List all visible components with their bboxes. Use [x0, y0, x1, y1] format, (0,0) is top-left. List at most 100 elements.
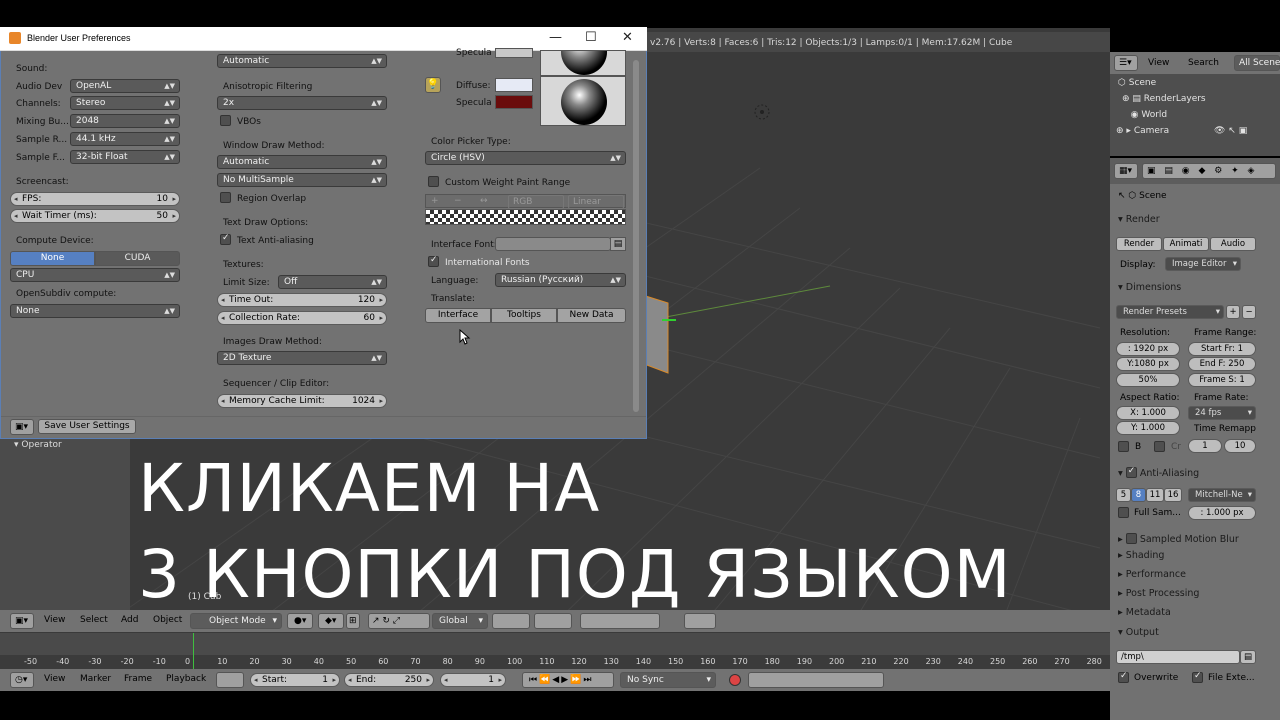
collection-rate-field[interactable]: ◂ Collection Rate: 60 ▸ [217, 311, 387, 325]
screencast-fps-field[interactable]: ◂ FPS: 10 ▸ [10, 192, 180, 206]
section-shading[interactable]: ▸ Shading [1118, 550, 1164, 561]
shading-select[interactable]: ●▾ [287, 613, 313, 629]
add-stop-icon[interactable]: + [431, 195, 439, 207]
aa-samples-11[interactable]: 11 [1146, 488, 1164, 502]
add-preset-icon[interactable]: + [1226, 305, 1240, 319]
frame-rate-select[interactable]: 24 fps ▾ [1188, 406, 1256, 420]
vbos-checkbox[interactable] [220, 115, 231, 126]
motion-blur-checkbox[interactable] [1125, 533, 1137, 544]
text-antialiasing-checkbox[interactable] [220, 233, 231, 245]
crop-checkbox[interactable] [1154, 441, 1165, 452]
section-output[interactable]: ▾ Output [1118, 627, 1159, 638]
outliner-item-world[interactable]: ◉ World [1122, 110, 1168, 120]
orientation-select[interactable]: Global ▾ [432, 613, 488, 629]
playback-controls[interactable]: ⏮⏪◀▶⏩⏭ [522, 672, 614, 688]
opensubdiv-select[interactable]: None ▲▼ [10, 304, 180, 318]
interface-font-field[interactable] [495, 237, 611, 251]
section-post-processing[interactable]: ▸ Post Processing [1118, 588, 1199, 599]
timeline-menu-playback[interactable]: Playback [166, 674, 206, 684]
output-path-field[interactable]: /tmp\ [1116, 650, 1240, 664]
prefs-editor-type[interactable]: ▣▾ [10, 419, 34, 435]
end-frame-prop[interactable]: End F: 250 [1188, 357, 1256, 371]
end-frame-field[interactable]: ◂ End: 250 ▸ [344, 673, 434, 687]
overwrite-checkbox[interactable] [1118, 671, 1129, 683]
menu-add[interactable]: Add [121, 615, 138, 625]
sample-rate-select[interactable]: 44.1 kHz ▲▼ [70, 132, 180, 146]
aspect-y-field[interactable]: Y: 1.000 [1116, 421, 1180, 435]
region-overlap-checkbox[interactable] [220, 192, 231, 203]
timeline-ruler[interactable] [0, 655, 1110, 669]
custom-weight-checkbox[interactable] [428, 176, 439, 187]
color-ramp-bar[interactable] [425, 209, 626, 225]
start-frame-prop[interactable]: Start Fr: 1 [1188, 342, 1256, 356]
color-ramp-controls[interactable]: + − ↔ RGB Linear [425, 194, 626, 209]
compute-cpu-select[interactable]: CPU ▲▼ [10, 268, 180, 282]
section-metadata[interactable]: ▸ Metadata [1118, 607, 1171, 618]
timeline-editor-type[interactable]: ◷▾ [10, 672, 34, 688]
outliner-menu-search[interactable]: Search [1188, 58, 1219, 68]
outliner-item-renderlayers[interactable]: ⊕ ▤ RenderLayers [1122, 94, 1206, 104]
menu-view[interactable]: View [44, 615, 65, 625]
filter-size-field[interactable]: : 1.000 px [1188, 506, 1256, 520]
sample-format-select[interactable]: 32-bit Float ▲▼ [70, 150, 180, 164]
top-automatic-select[interactable]: Automatic ▲▼ [217, 54, 387, 68]
audio-device-select[interactable]: OpenAL ▲▼ [70, 79, 180, 93]
close-icon[interactable]: ✕ [622, 30, 633, 45]
file-extensions-checkbox[interactable] [1192, 671, 1203, 683]
save-user-settings-button[interactable]: Save User Settings [38, 419, 136, 434]
aa-samples-5[interactable]: 5 [1116, 488, 1131, 502]
transform-manipulators[interactable]: ↗ ↻ ⤢ [368, 613, 430, 629]
sync-mode-select[interactable]: No Sync ▾ [620, 672, 716, 688]
timeline-menu-marker[interactable]: Marker [80, 674, 111, 684]
wait-timer-field[interactable]: ◂ Wait Timer (ms): 50 ▸ [10, 209, 180, 223]
time-remap-new[interactable]: 10 [1224, 439, 1256, 453]
operator-panel-title[interactable]: ▾ Operator [14, 440, 62, 450]
remove-preset-icon[interactable]: − [1242, 305, 1256, 319]
layer-buttons[interactable] [492, 613, 530, 629]
images-draw-select[interactable]: 2D Texture ▲▼ [217, 351, 387, 365]
current-frame-field[interactable]: ◂ 1 ▸ [440, 673, 506, 687]
outliner-item-camera[interactable]: ⊕ ▸ Camera [1116, 126, 1169, 136]
memory-cache-field[interactable]: ◂ Memory Cache Limit: 1024 ▸ [217, 394, 387, 408]
multisample-select[interactable]: No MultiSample ▲▼ [217, 173, 387, 187]
timeline-menu-frame[interactable]: Frame [124, 674, 152, 684]
output-folder-icon[interactable]: ▤ [1240, 650, 1256, 664]
audio-button[interactable]: Audio [1210, 237, 1256, 251]
preview-range-toggle[interactable] [216, 672, 244, 688]
prefs-scrollbar[interactable] [633, 60, 639, 412]
section-render[interactable]: ▾ Render [1118, 214, 1160, 225]
language-select[interactable]: Russian (Русский) ▲▼ [495, 273, 626, 287]
section-performance[interactable]: ▸ Performance [1118, 569, 1186, 580]
render-presets-select[interactable]: Render Presets ▾ [1116, 305, 1224, 319]
remove-stop-icon[interactable]: − [454, 195, 462, 207]
resolution-y-field[interactable]: Y:1080 px [1116, 357, 1180, 371]
section-sampled-motion-blur[interactable]: ▸ Sampled Motion Blur [1118, 531, 1239, 545]
channels-select[interactable]: Stereo ▲▼ [70, 96, 180, 110]
aa-samples-8[interactable]: 8 [1131, 488, 1146, 502]
section-anti-aliasing[interactable]: ▾ Anti-Aliasing [1118, 465, 1199, 479]
compute-none-button[interactable]: None [10, 251, 95, 266]
international-fonts-checkbox[interactable] [428, 255, 439, 267]
translate-new-data-button[interactable]: New Data [557, 308, 626, 323]
outliner-menu-view[interactable]: View [1148, 58, 1169, 68]
anisotropic-select[interactable]: 2x ▲▼ [217, 96, 387, 110]
editor-type-button[interactable]: ▣▾ [10, 613, 34, 629]
menu-object[interactable]: Object [153, 615, 182, 625]
mixing-buffer-select[interactable]: 2048 ▲▼ [70, 114, 180, 128]
translate-tooltips-button[interactable]: Tooltips [491, 308, 557, 323]
object-mode-select[interactable]: Object Mode ▾ [190, 613, 282, 629]
frame-step-prop[interactable]: Frame S: 1 [1188, 373, 1256, 387]
resolution-percent-field[interactable]: 50% [1116, 373, 1180, 387]
manipulator-toggle[interactable]: ⊞ [346, 613, 360, 629]
record-icon[interactable] [729, 674, 741, 686]
full-sample-checkbox[interactable] [1118, 507, 1129, 518]
menu-select[interactable]: Select [80, 615, 108, 625]
ramp-interpolation[interactable]: Linear [568, 195, 624, 209]
time-remap-old[interactable]: 1 [1188, 439, 1222, 453]
layer-buttons-2[interactable] [534, 613, 572, 629]
border-checkbox[interactable] [1118, 441, 1129, 452]
aspect-x-field[interactable]: X: 1.000 [1116, 406, 1180, 420]
light-bulb-icon[interactable]: 💡 [425, 77, 441, 93]
outliner-display-select[interactable]: All Scenes [1234, 55, 1280, 71]
properties-context-tabs[interactable]: ▣ ▤ ◉ ◆ ⚙ ✦ ◈ [1142, 163, 1276, 179]
